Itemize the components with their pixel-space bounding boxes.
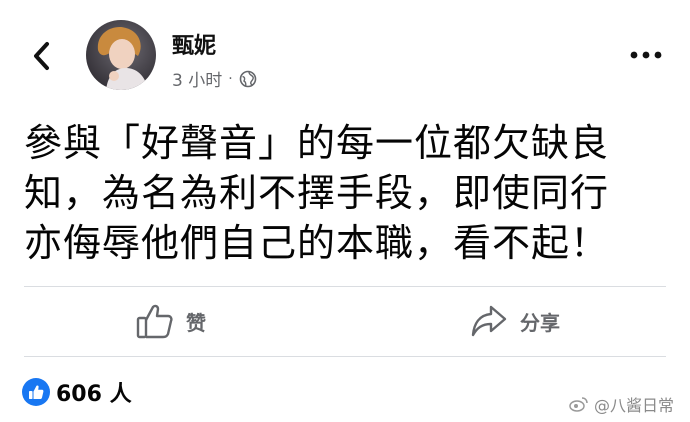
- meta-separator: ·: [228, 70, 233, 87]
- reaction-summary[interactable]: 606 人: [22, 376, 132, 408]
- post-text-line: 參與「好聲音」的每一位都欠缺良: [24, 121, 610, 165]
- globe-icon[interactable]: [239, 70, 257, 88]
- divider: [24, 356, 666, 357]
- like-label: 赞: [186, 310, 206, 335]
- back-button[interactable]: [26, 36, 58, 76]
- author-name[interactable]: 甄妮: [172, 28, 216, 60]
- share-label: 分享: [520, 310, 560, 335]
- divider: [24, 286, 666, 287]
- reaction-count: 606 人: [56, 382, 132, 407]
- more-horizontal-icon: [630, 51, 662, 59]
- share-button[interactable]: 分享: [470, 298, 560, 344]
- chevron-left-icon: [34, 42, 49, 70]
- post-timestamp[interactable]: 3 小时: [172, 66, 222, 91]
- post-text: 參與「好聲音」的每一位都欠缺良 知，為名為利不擇手段，即使同行 亦侮辱他們自己的…: [24, 118, 674, 268]
- like-button[interactable]: 赞: [136, 298, 206, 344]
- avatar[interactable]: [86, 20, 156, 90]
- like-reaction-badge: [22, 378, 50, 406]
- share-arrow-icon: [471, 305, 507, 337]
- watermark-text: @八酱日常: [593, 396, 674, 415]
- watermark: @八酱日常: [569, 392, 674, 416]
- thumbs-up-icon: [29, 385, 44, 399]
- more-options-button[interactable]: [628, 40, 664, 70]
- post-meta: 3 小时 ·: [172, 66, 257, 91]
- post-text-line: 知，為名為利不擇手段，即使同行: [24, 171, 610, 215]
- post-text-line: 亦侮辱他們自己的本職，看不起！: [24, 221, 610, 265]
- thumbs-up-icon: [136, 304, 173, 339]
- weibo-logo-icon: [569, 397, 588, 412]
